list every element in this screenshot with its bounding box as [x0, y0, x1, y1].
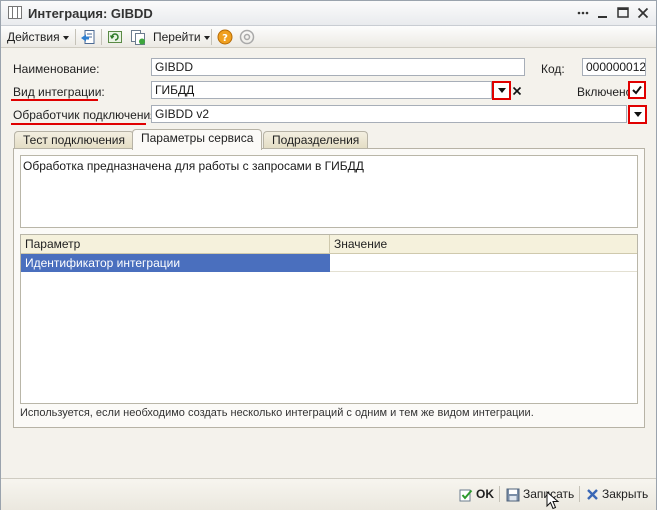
- ok-icon: [459, 489, 473, 502]
- back-to-list-icon[interactable]: [80, 29, 96, 45]
- enabled-checkbox[interactable]: [628, 81, 646, 99]
- chevron-down-icon: [498, 88, 506, 93]
- bottom-bar: OK Записать Закрыть: [1, 478, 656, 510]
- save-icon: [506, 488, 520, 502]
- refresh-icon[interactable]: [107, 29, 123, 45]
- minimize-icon[interactable]: [595, 5, 611, 21]
- close-label: Закрыть: [602, 487, 649, 501]
- mouse-cursor-icon: [546, 491, 560, 510]
- integration-type-field[interactable]: ГИБДД: [151, 81, 492, 99]
- title-bar: Интеграция: GIBDD: [1, 1, 656, 26]
- param-cell[interactable]: Идентификатор интеграции: [21, 254, 330, 272]
- red-underline-handler: [11, 123, 146, 125]
- form-icon: [8, 6, 22, 19]
- handler-label: Обработчик подключения:: [13, 108, 160, 122]
- actions-menu-label: Действия: [7, 30, 60, 44]
- more-icon[interactable]: [575, 5, 591, 21]
- copy-icon[interactable]: [130, 29, 146, 45]
- chevron-down-icon: [62, 35, 69, 40]
- enabled-label: Включено: [577, 85, 633, 99]
- value-cell[interactable]: [330, 254, 637, 272]
- goto-menu-label: Перейти: [153, 30, 201, 44]
- toolbar: Действия Перейти ?: [1, 26, 656, 48]
- close-icon[interactable]: [635, 5, 651, 21]
- description-text[interactable]: Обработка предназначена для работы с зап…: [20, 155, 638, 228]
- svg-text:?: ?: [222, 33, 228, 44]
- integration-type-dropdown-button[interactable]: [492, 81, 511, 100]
- service-params-panel: Обработка предназначена для работы с зап…: [13, 148, 645, 428]
- clear-icon[interactable]: [512, 86, 522, 96]
- toolbar-separator: [101, 29, 102, 45]
- column-header-value[interactable]: Значение: [330, 235, 637, 254]
- name-label: Наименование:: [13, 62, 100, 76]
- chevron-down-icon: [203, 35, 210, 40]
- button-separator: [499, 486, 500, 502]
- column-header-param[interactable]: Параметр: [21, 235, 330, 254]
- tab-departments[interactable]: Подразделения: [263, 131, 369, 149]
- code-field[interactable]: 000000012: [582, 58, 646, 76]
- toolbar-separator: [211, 29, 212, 45]
- goto-menu[interactable]: Перейти: [153, 29, 210, 45]
- handler-field[interactable]: GIBDD v2: [151, 105, 627, 123]
- save-button[interactable]: Записать: [506, 485, 574, 503]
- chevron-down-icon: [634, 112, 642, 117]
- handler-dropdown-button[interactable]: [628, 105, 647, 124]
- code-label: Код:: [541, 62, 565, 76]
- params-table[interactable]: Параметр Значение Идентификатор интеграц…: [20, 234, 638, 404]
- close-button[interactable]: Закрыть: [586, 485, 648, 503]
- help-icon[interactable]: ?: [217, 29, 233, 45]
- window-title: Интеграция: GIBDD: [28, 6, 153, 21]
- integration-type-label: Вид интеграции:: [13, 85, 105, 99]
- settings-icon[interactable]: [239, 29, 255, 45]
- close-x-icon: [587, 489, 598, 501]
- actions-menu[interactable]: Действия: [7, 29, 69, 45]
- tab-service-params[interactable]: Параметры сервиса: [132, 129, 263, 150]
- button-separator: [579, 486, 580, 502]
- maximize-icon[interactable]: [615, 5, 631, 21]
- hint-text: Используется, если необходимо создать не…: [20, 407, 534, 419]
- checkmark-icon: [632, 85, 642, 95]
- name-field[interactable]: GIBDD: [151, 58, 525, 76]
- tab-connection-test[interactable]: Тест подключения: [14, 131, 134, 149]
- toolbar-separator: [75, 29, 76, 45]
- integration-window: Интеграция: GIBDD Действия Перейти ? Наи…: [0, 0, 657, 510]
- red-underline-type: [11, 99, 98, 101]
- ok-button[interactable]: OK: [459, 485, 494, 503]
- ok-label: OK: [476, 487, 494, 501]
